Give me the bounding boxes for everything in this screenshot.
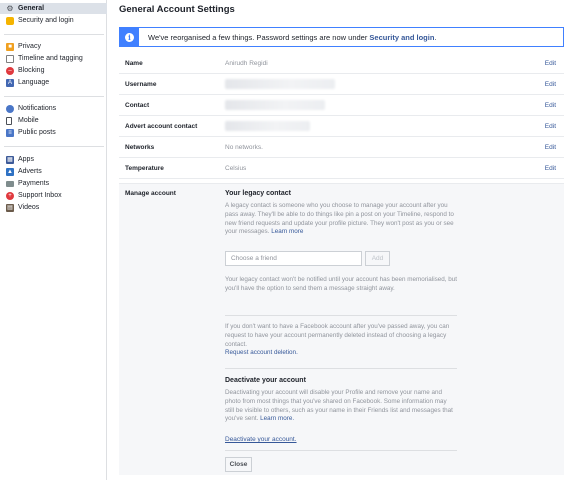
setting-row-advert-contact[interactable]: Advert account contact Edit: [119, 116, 564, 137]
row-label: Username: [125, 80, 157, 88]
edit-link[interactable]: Edit: [545, 165, 556, 172]
deletion-text: If you don't want to have a Facebook acc…: [225, 323, 450, 348]
sidebar-item-label: General: [18, 5, 45, 12]
row-value: No networks.: [225, 143, 263, 151]
row-value: Anirudh Regidi: [225, 59, 268, 67]
sidebar-item-label: Privacy: [18, 43, 41, 50]
sidebar-item-label: Notifications: [18, 105, 57, 112]
sidebar-item-label: Timeline and tagging: [18, 55, 83, 62]
row-label: Temperature: [125, 164, 164, 172]
apps-icon: ▦: [6, 155, 14, 164]
globe-icon: [6, 104, 14, 113]
sidebar-item-adverts[interactable]: ▲ Adverts: [0, 166, 107, 177]
sidebar-item-apps[interactable]: ▦ Apps: [0, 154, 107, 165]
language-icon: A: [6, 78, 14, 87]
lock-icon: ■: [6, 42, 14, 51]
timeline-icon: [6, 54, 14, 63]
sidebar-item-label: Mobile: [18, 117, 39, 124]
sidebar-item-privacy[interactable]: ■ Privacy: [0, 41, 107, 52]
row-label: Contact: [125, 101, 150, 109]
sidebar-item-label: Payments: [18, 180, 50, 187]
sidebar-divider: [4, 146, 104, 147]
notice-text: We've reorganised a few things. Password…: [148, 32, 370, 42]
shield-icon: [6, 16, 14, 25]
settings-sidebar: ⚙ General Security and login ■ Privacy T…: [0, 0, 107, 480]
edit-link[interactable]: Edit: [545, 81, 556, 88]
page-title: General Account Settings: [119, 4, 235, 15]
deactivate-heading: Deactivate your account: [225, 377, 306, 384]
sidebar-item-label: Security and login: [18, 17, 74, 24]
sidebar-item-security[interactable]: Security and login: [0, 15, 107, 26]
sidebar-item-label: Videos: [18, 204, 40, 211]
legacy-text: A legacy contact is someone who you choo…: [225, 202, 454, 236]
reorganised-notice: i We've reorganised a few things. Passwo…: [119, 27, 564, 47]
setting-row-temperature[interactable]: Temperature Celsius Edit: [119, 158, 564, 179]
sidebar-item-videos[interactable]: ▤ Videos: [0, 202, 107, 213]
sidebar-item-mobile[interactable]: Mobile: [0, 115, 107, 126]
row-label: Advert account contact: [125, 122, 198, 130]
sidebar-item-notifications[interactable]: Notifications: [0, 103, 107, 114]
lifebuoy-icon: +: [6, 191, 14, 200]
choose-friend-input[interactable]: Choose a friend: [225, 251, 362, 266]
mobile-icon: [6, 116, 12, 125]
setting-row-username[interactable]: Username Edit: [119, 74, 564, 95]
sidebar-item-label: Public posts: [18, 129, 56, 136]
sidebar-item-timeline[interactable]: Timeline and tagging: [0, 53, 107, 64]
edit-link[interactable]: Edit: [545, 102, 556, 109]
sidebar-item-label: Apps: [18, 156, 34, 163]
notice-suffix: .: [434, 32, 437, 42]
row-label: Name: [125, 59, 143, 67]
setting-row-contact[interactable]: Contact Edit: [119, 95, 564, 116]
add-button[interactable]: Add: [365, 251, 390, 266]
section-divider: [225, 450, 457, 451]
deactivate-description: Deactivating your account will disable y…: [225, 389, 457, 424]
adverts-icon: ▲: [6, 167, 14, 176]
deactivate-account-link[interactable]: Deactivate your account.: [225, 436, 297, 443]
security-login-link[interactable]: Security and login: [369, 33, 434, 42]
sidebar-item-blocking[interactable]: – Blocking: [0, 65, 107, 76]
legacy-contact-description: A legacy contact is someone who you choo…: [225, 202, 457, 237]
row-label: Networks: [125, 143, 155, 151]
redacted-value: [225, 121, 310, 131]
request-deletion-link[interactable]: Request account deletion.: [225, 349, 298, 356]
manage-account-panel: Manage account Your legacy contact A leg…: [119, 183, 564, 475]
redacted-value: [225, 100, 325, 110]
sidebar-item-public-posts[interactable]: ≡ Public posts: [0, 127, 107, 138]
card-icon: [6, 180, 14, 187]
edit-link[interactable]: Edit: [545, 60, 556, 67]
rss-icon: ≡: [6, 128, 14, 137]
sidebar-item-label: Support Inbox: [18, 192, 62, 199]
edit-link[interactable]: Edit: [545, 123, 556, 130]
sidebar-item-payments[interactable]: Payments: [0, 178, 107, 189]
info-icon: i: [120, 28, 139, 46]
sidebar-item-label: Blocking: [18, 67, 45, 74]
setting-row-name[interactable]: Name Anirudh Regidi Edit: [119, 53, 564, 74]
edit-link[interactable]: Edit: [545, 144, 556, 151]
learn-more-link[interactable]: Learn more: [271, 228, 303, 235]
blocking-icon: –: [6, 66, 14, 75]
legacy-notify-text: Your legacy contact won't be notified un…: [225, 276, 457, 292]
sidebar-item-support-inbox[interactable]: + Support Inbox: [0, 190, 107, 201]
setting-row-networks[interactable]: Networks No networks. Edit: [119, 137, 564, 158]
legacy-contact-heading: Your legacy contact: [225, 190, 292, 197]
deactivate-learn-more-link[interactable]: Learn more.: [260, 415, 294, 422]
sidebar-divider: [4, 96, 104, 97]
sidebar-item-language[interactable]: A Language: [0, 77, 107, 88]
close-button[interactable]: Close: [225, 457, 252, 472]
redacted-value: [225, 79, 335, 89]
sidebar-item-label: Language: [18, 79, 50, 86]
gear-icon: ⚙: [6, 4, 14, 13]
section-divider: [225, 368, 457, 369]
manage-account-label: Manage account: [125, 190, 176, 197]
sidebar-item-label: Adverts: [18, 168, 42, 175]
sidebar-divider: [4, 34, 104, 35]
sidebar-item-general[interactable]: ⚙ General: [0, 3, 107, 14]
film-icon: ▤: [6, 203, 14, 212]
row-value: Celsius: [225, 164, 247, 172]
section-divider: [225, 315, 457, 316]
deletion-description: If you don't want to have a Facebook acc…: [225, 323, 457, 358]
